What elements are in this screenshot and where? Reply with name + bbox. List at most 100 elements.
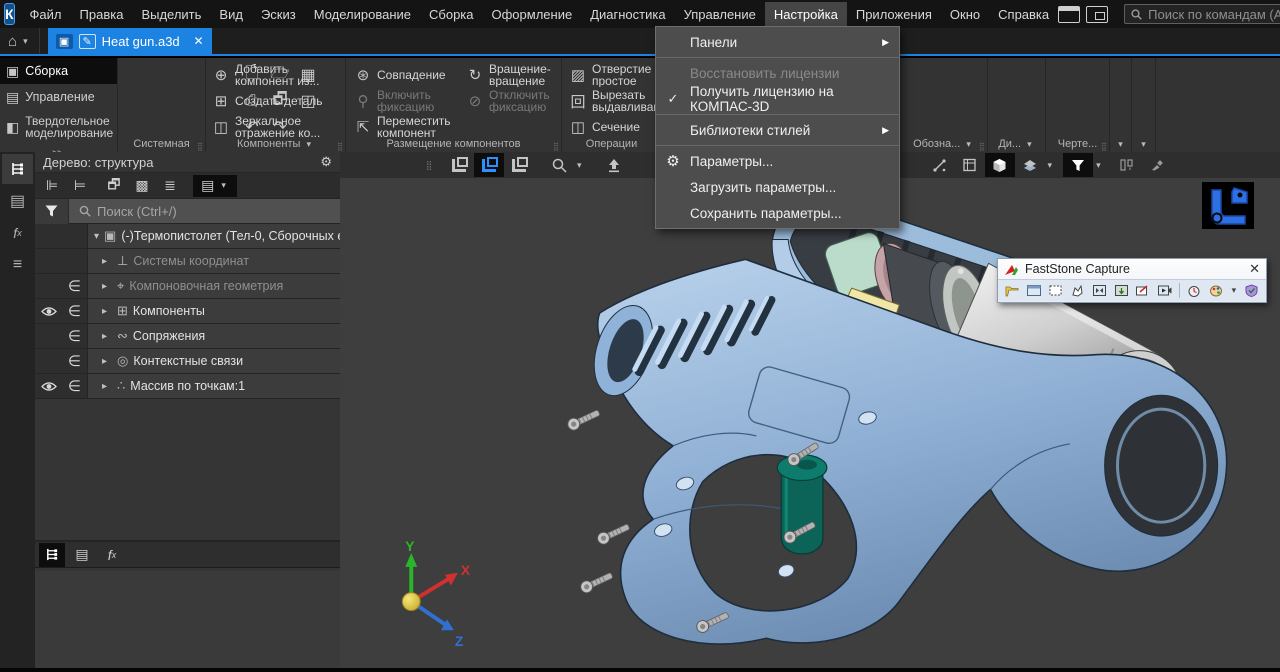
view-mode-alt[interactable] [504,153,534,177]
menu-view[interactable]: Вид [210,2,252,27]
orient-up-tool[interactable] [599,153,629,177]
chevron-down-icon[interactable]: ▾ [1024,139,1035,149]
layers-panel-button[interactable]: ≡ [2,250,33,280]
capture-rectangle-icon[interactable] [1047,282,1066,299]
tab-parameters[interactable]: ▤ [69,543,95,567]
orientation-tool[interactable] [1015,153,1045,177]
chevron-down-icon[interactable]: ▾ [1138,139,1149,149]
group-grip[interactable]: ⣿ [979,145,985,149]
color-picker-icon[interactable] [1207,282,1226,299]
menu-diagnostics[interactable]: Диагностика [581,2,674,27]
tree-row-context-links[interactable]: ∈ ▸ ◎ Контекстные связи [35,349,340,374]
capture-fullscreen-icon[interactable] [1090,282,1109,299]
tree-selection-filter-button[interactable]: ▩ [129,175,155,197]
toolbar-grip[interactable]: ⣿ [414,153,444,177]
menu-item-get-license[interactable]: ✓ Получить лицензию на КОМПАС-3D [656,86,899,112]
view-mode-standard[interactable] [444,153,474,177]
menu-item-load-parameters[interactable]: Загрузить параметры... [656,174,899,200]
eye-icon[interactable] [41,381,57,392]
tree-panel-button[interactable] [2,154,33,184]
chevron-down-icon[interactable]: ▾ [1115,139,1126,149]
group-grip[interactable]: ⣿ [197,145,203,149]
home-button[interactable]: ⌂ ▾ [0,28,40,54]
chevron-down-icon[interactable]: ▾ [574,160,585,171]
add-component-button[interactable]: ⊕ Добавить компонент из... [208,62,344,88]
video-record-icon[interactable] [1155,282,1174,299]
menu-item-parameters[interactable]: ⚙ Параметры... [656,148,899,174]
mirror-component-button[interactable]: ◫ Зеркальное отражение ко... [208,114,344,140]
tree-row-coordinate-systems[interactable]: ▸ ⊥ Системы координат [35,249,340,274]
menu-management[interactable]: Управление [675,2,765,27]
settings-shield-icon[interactable] [1242,282,1261,299]
menu-settings[interactable]: Настройка [765,2,847,27]
collapse-arrow-icon[interactable]: ▸ [102,281,112,292]
chevron-down-icon[interactable]: ▾ [1093,160,1104,171]
collapse-arrow-icon[interactable]: ▸ [102,356,112,367]
menu-file[interactable]: Файл [21,2,71,27]
view-mode-active[interactable] [474,153,504,177]
tree-numbered-view-button[interactable]: ⊫ [39,175,65,197]
window-layout-icon[interactable] [1086,6,1108,23]
tree-structure-view-button[interactable]: ⊨ [67,175,93,197]
group-grip[interactable]: ⣿ [1101,145,1107,149]
chevron-down-icon[interactable]: ▾ [1045,160,1056,171]
tree-row-layout-geometry[interactable]: ∈ ▸ ⌖ Компоновочная геометрия [35,274,340,299]
tree-row-mates[interactable]: ∈ ▸ ∾ Сопряжения [35,324,340,349]
orientation-badge[interactable] [1202,182,1254,229]
tree-row-point-array[interactable]: ∈ ▸ ∴ Массив по точкам:1 [35,374,340,399]
tree-search-bar[interactable]: Поиск (Ctrl+/) [35,199,340,224]
chevron-down-icon[interactable]: ▾ [963,139,974,149]
mode-assembly[interactable]: ▣ Сборка [0,58,117,84]
collapse-arrow-icon[interactable]: ▸ [102,331,112,342]
tree-layers-button[interactable]: ≣ [157,175,183,197]
disable-fix-button[interactable]: ⊘ Отключить фиксацию [462,88,560,114]
capture-window-icon[interactable] [1025,282,1044,299]
gear-icon[interactable]: ⚙ [320,154,332,170]
create-part-button[interactable]: ⊞ Создать деталь [208,88,344,114]
menu-select[interactable]: Выделить [132,2,210,27]
delay-timer-icon[interactable] [1185,282,1204,299]
zoom-tool[interactable] [544,153,574,177]
capture-freehand-icon[interactable] [1068,282,1087,299]
tree-row-root[interactable]: ▾ ▣ (-)Термопистолет (Тел-0, Сборочных е… [35,224,340,249]
collapse-arrow-icon[interactable]: ▸ [102,306,112,317]
render-mode-tool[interactable] [985,153,1015,177]
filter-tool[interactable] [1063,153,1093,177]
snap-tool[interactable] [925,153,955,177]
chevron-down-icon[interactable]: ▾ [1229,285,1240,296]
menu-item-style-libraries[interactable]: Библиотеки стилей ▶ [656,117,899,143]
section-button[interactable]: ◫ Сечение [565,114,661,140]
collapse-arrow-icon[interactable]: ▸ [102,256,112,267]
menu-assembly[interactable]: Сборка [420,2,483,27]
screen-layout-icon[interactable] [1058,6,1080,23]
menu-item-save-parameters[interactable]: Сохранить параметры... [656,200,899,226]
cut-extrude-button[interactable]: 回 Вырезать выдавливан [565,88,661,114]
collapse-arrow-icon[interactable]: ▸ [102,381,112,392]
mode-management[interactable]: ▤ Управление [0,84,117,110]
chevron-down-icon[interactable]: ▾ [303,139,314,149]
group-grip[interactable]: ⣿ [337,145,343,149]
move-component-button[interactable]: ⇱ Переместить компонент [350,114,462,140]
tab-heat-gun[interactable]: ▣ ✎ Heat gun.a3d ✕ [48,28,212,54]
menu-item-restore-license[interactable]: Восстановить лицензии [656,60,899,86]
tree-filter-button[interactable] [35,199,69,224]
menu-window[interactable]: Окно [941,2,989,27]
expand-arrow-icon[interactable]: ▾ [94,231,99,242]
open-icon[interactable] [1003,282,1022,299]
close-icon[interactable]: ✕ [1249,261,1260,277]
tab-close-icon[interactable]: ✕ [194,34,204,48]
variables-panel-button[interactable]: fx [2,218,33,248]
faststone-window[interactable]: FastStone Capture ✕ ▾ [997,258,1267,303]
command-search-input[interactable]: Поиск по командам (Alt+/) [1124,4,1280,24]
eyedropper-tool[interactable] [1142,153,1172,177]
coincident-button[interactable]: ⊛ Совпадение [350,62,462,88]
enable-fix-button[interactable]: ⚲ Включить фиксацию [350,88,462,114]
main-body-shell[interactable] [584,259,1227,644]
tree-components-filter-button[interactable]: 🗗 [101,175,127,197]
group-grip[interactable]: ⣿ [553,145,559,149]
constraints-tool[interactable] [1112,153,1142,177]
tab-tree[interactable] [39,543,65,567]
edit-draw-icon[interactable] [1134,282,1153,299]
eye-icon[interactable] [41,306,57,317]
tree-display-options-button[interactable]: ▤▾ [193,175,237,197]
